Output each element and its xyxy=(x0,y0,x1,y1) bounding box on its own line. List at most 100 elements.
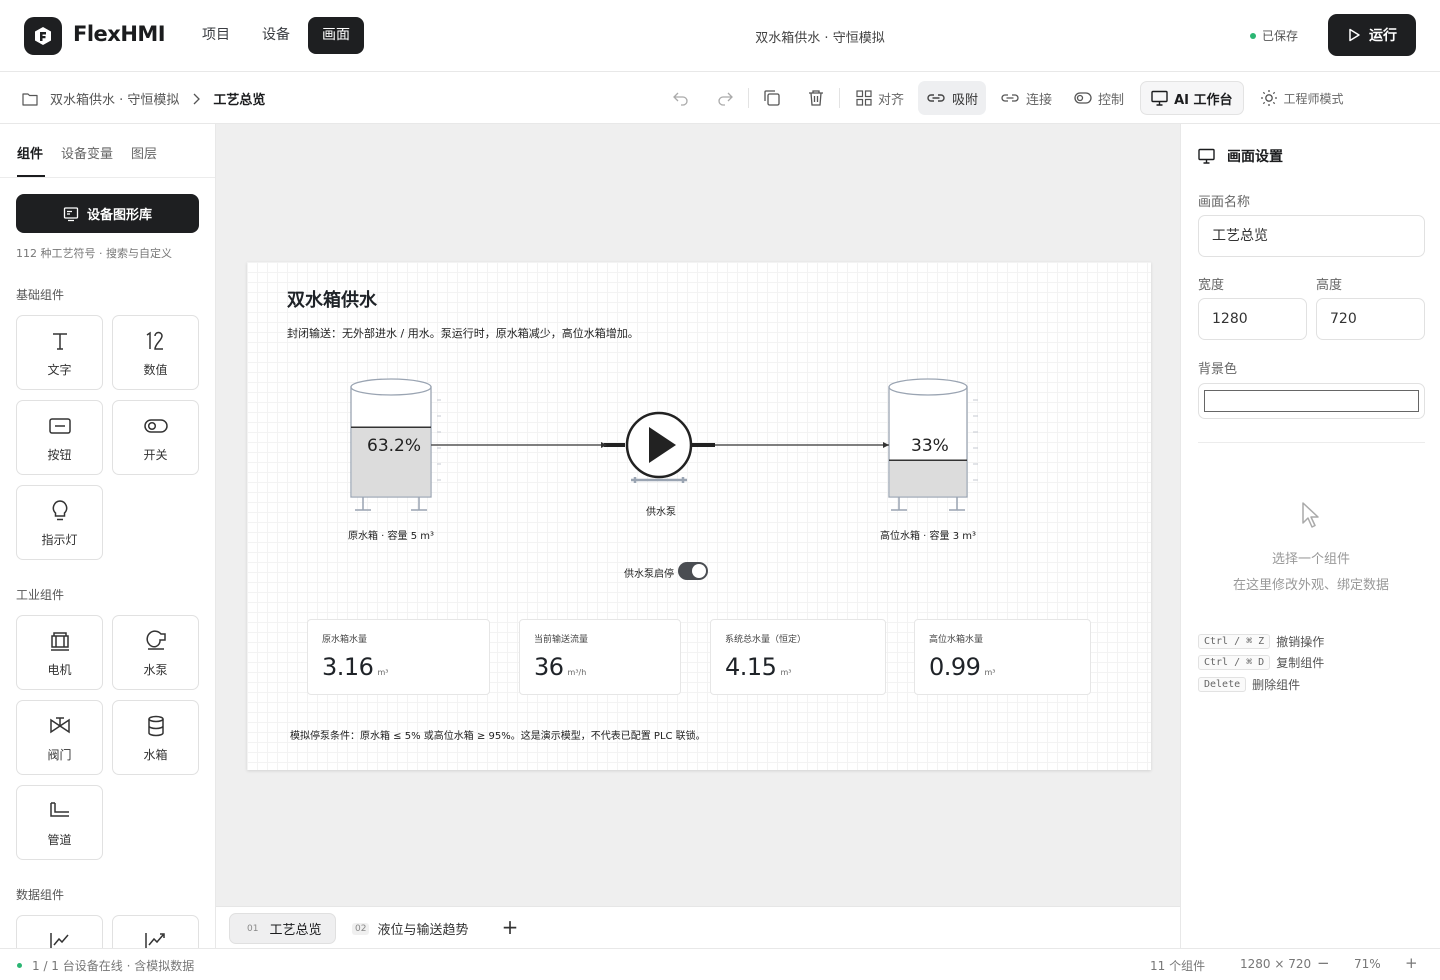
motor-icon xyxy=(50,632,69,651)
delete-button[interactable] xyxy=(801,81,831,115)
tab-components[interactable]: 组件 xyxy=(17,143,46,177)
component-switch-label: 开关 xyxy=(143,448,168,462)
component-line-chart[interactable] xyxy=(16,915,103,948)
engineer-mode-label: 工程师模式 xyxy=(1283,91,1344,106)
nav-devices[interactable]: 设备 xyxy=(248,17,304,54)
breadcrumb-current: 工艺总览 xyxy=(213,93,266,108)
height-input[interactable]: 720 xyxy=(1316,298,1425,340)
play-icon xyxy=(1349,28,1360,42)
device-library-label: 设备图形库 xyxy=(86,208,152,223)
empty-hint-title: 选择一个组件 xyxy=(1271,552,1350,567)
shortcut-key: Ctrl / ⌘ D xyxy=(1198,655,1271,670)
component-motor[interactable]: 电机 xyxy=(16,615,103,690)
shortcut-label: 复制组件 xyxy=(1276,656,1325,670)
nav-projects[interactable]: 项目 xyxy=(188,17,244,54)
top-bar: FlexHMI 项目 设备 画面 双水箱供水 · 守恒模拟 已保存 运行 xyxy=(0,0,1440,72)
component-tank[interactable]: 水箱 xyxy=(112,700,199,775)
supply-pump-icon[interactable] xyxy=(625,411,693,483)
height-label: 高度 xyxy=(1316,278,1343,293)
component-trend-chart[interactable] xyxy=(112,915,199,948)
stat-label: 原水箱水量 xyxy=(322,635,368,645)
stat-card-elevated-volume[interactable]: 高位水箱水量 0.99 m³ xyxy=(914,619,1091,695)
component-sidebar: 组件 设备变量 图层 设备图形库 112 种工艺符号 · 搜索与自定义 基础组件… xyxy=(0,124,216,948)
snap-button[interactable]: 吸附 xyxy=(918,81,987,115)
flexhmi-logo-icon[interactable] xyxy=(24,17,62,55)
component-pipe-label: 管道 xyxy=(47,833,72,847)
control-button[interactable]: 控制 xyxy=(1066,81,1132,115)
component-pipe[interactable]: 管道 xyxy=(16,785,103,860)
tab-layers[interactable]: 图层 xyxy=(131,143,157,162)
screen-tab-label: 工艺总览 xyxy=(269,923,322,938)
shortcut-label: 删除组件 xyxy=(1252,678,1301,692)
screen-name-label: 画面名称 xyxy=(1198,195,1251,210)
screen-page[interactable]: 双水箱供水 封闭输送：无外部进水 / 用水。泵运行时，原水箱减少，高位水箱增加。 xyxy=(247,262,1151,770)
add-screen-button[interactable]: + xyxy=(500,915,520,939)
engineer-mode-button[interactable]: 工程师模式 xyxy=(1252,81,1352,115)
monitor-icon xyxy=(1151,90,1168,106)
pipe-icon xyxy=(49,802,69,817)
breadcrumb: 双水箱供水 · 守恒模拟 工艺总览 xyxy=(22,89,265,108)
pump-toggle[interactable] xyxy=(678,562,708,580)
component-text[interactable]: 文字 xyxy=(16,315,103,390)
connect-icon xyxy=(1001,94,1019,102)
zoom-in-button[interactable]: + xyxy=(1405,954,1418,972)
screen-tab-trends[interactable]: 02 液位与输送趋势 xyxy=(338,913,482,944)
ai-workbench-button[interactable]: AI 工作台 xyxy=(1140,81,1244,115)
component-indicator[interactable]: 指示灯 xyxy=(16,485,103,560)
stat-value: 4.15 xyxy=(725,653,777,681)
width-input[interactable]: 1280 xyxy=(1198,298,1307,340)
stat-card-source-volume[interactable]: 原水箱水量 3.16 m³ xyxy=(307,619,490,695)
main-nav: 项目 设备 画面 xyxy=(188,17,364,54)
properties-panel: 画面设置 画面名称 工艺总览 宽度 高度 1280 720 背景色 选择一个组件… xyxy=(1180,124,1440,948)
stat-unit: m³ xyxy=(377,668,389,677)
panel-title: 画面设置 xyxy=(1227,149,1283,165)
nav-screens[interactable]: 画面 xyxy=(308,17,364,54)
align-label: 对齐 xyxy=(878,92,905,108)
connect-button[interactable]: 连接 xyxy=(992,81,1060,115)
stat-label: 系统总水量（恒定） xyxy=(725,635,807,645)
lightbulb-icon xyxy=(52,500,67,521)
component-number[interactable]: 数值 xyxy=(112,315,199,390)
switch-icon xyxy=(143,419,168,433)
zoom-level[interactable]: 71% xyxy=(1354,957,1381,971)
device-library-button[interactable]: 设备图形库 xyxy=(16,194,199,233)
redo-button[interactable] xyxy=(710,81,740,115)
component-valve[interactable]: 阀门 xyxy=(16,700,103,775)
screen-tab-number: 01 xyxy=(247,923,259,934)
tab-device-variables[interactable]: 设备变量 xyxy=(61,143,113,162)
simulation-note[interactable]: 模拟停泵条件：原水箱 ≤ 5% 或高位水箱 ≥ 95%。这是演示模型，不代表已配… xyxy=(290,727,706,742)
copy-button[interactable] xyxy=(757,81,787,115)
link-icon xyxy=(927,94,945,102)
shortcut-delete: Delete 删除组件 xyxy=(1198,676,1300,693)
source-tank-label: 原水箱 · 容量 5 m³ xyxy=(348,531,435,542)
toggle-knob xyxy=(692,564,706,578)
run-button[interactable]: 运行 xyxy=(1328,14,1416,56)
line-chart-icon xyxy=(49,933,69,948)
stat-card-flow-rate[interactable]: 当前输送流量 36 m³/h xyxy=(519,619,681,695)
align-button[interactable]: 对齐 xyxy=(848,81,912,115)
component-switch[interactable]: 开关 xyxy=(112,400,199,475)
component-button[interactable]: 按钮 xyxy=(16,400,103,475)
stat-card-total-volume[interactable]: 系统总水量（恒定） 4.15 m³ xyxy=(710,619,886,695)
trash-icon xyxy=(809,90,823,106)
section-industrial: 工业组件 xyxy=(16,588,65,602)
background-color-picker[interactable] xyxy=(1198,383,1425,419)
cursor-pointer-icon xyxy=(1302,502,1319,528)
toolbar-divider xyxy=(748,88,749,108)
screen-tabs: 01 工艺总览 02 液位与输送趋势 + xyxy=(216,906,1180,948)
screen-tab-overview[interactable]: 01 工艺总览 xyxy=(229,913,337,944)
document-title: 双水箱供水 · 守恒模拟 xyxy=(755,31,885,46)
control-label: 控制 xyxy=(1098,92,1125,108)
source-tank-percent: 63.2% xyxy=(367,436,422,456)
panel-header: 画面设置 xyxy=(1198,146,1283,166)
zoom-out-button[interactable]: − xyxy=(1317,954,1330,972)
undo-icon xyxy=(673,92,688,106)
redo-icon xyxy=(718,92,733,106)
stat-unit: m³/h xyxy=(567,668,587,677)
snap-label: 吸附 xyxy=(952,92,979,108)
breadcrumb-project[interactable]: 双水箱供水 · 守恒模拟 xyxy=(50,89,179,108)
screen-name-input[interactable]: 工艺总览 xyxy=(1198,215,1425,257)
grid-icon xyxy=(856,90,872,106)
component-pump[interactable]: 水泵 xyxy=(112,615,199,690)
undo-button[interactable] xyxy=(666,81,696,115)
